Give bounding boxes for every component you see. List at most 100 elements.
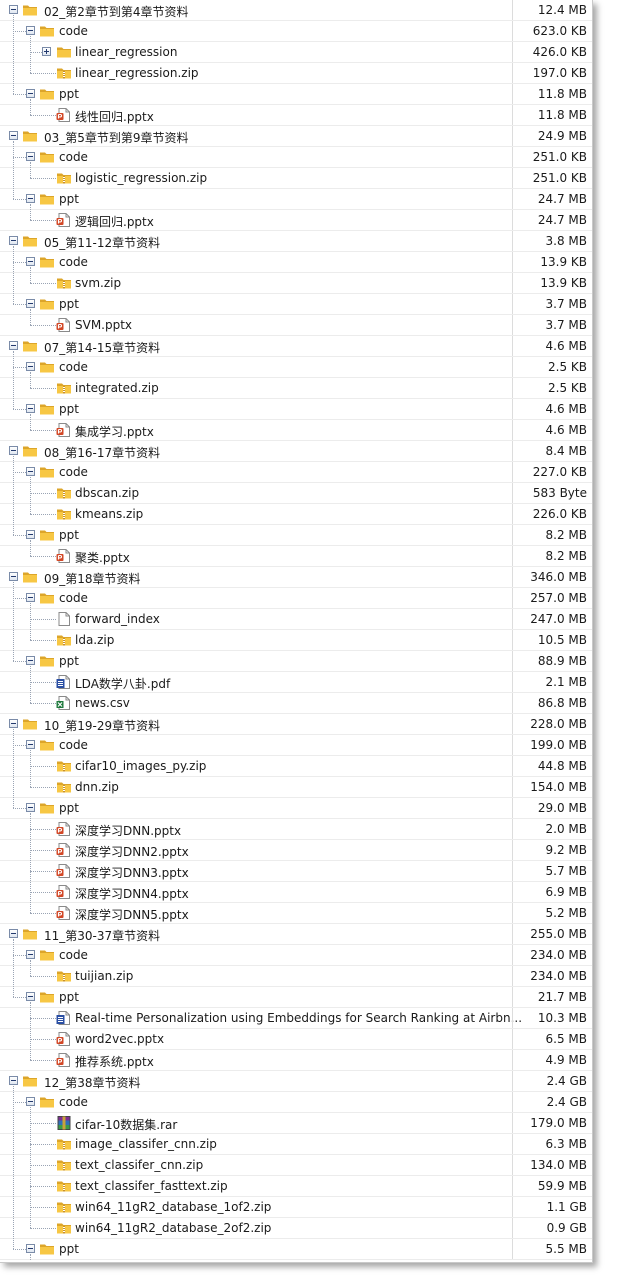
collapse-toggle-icon[interactable]	[26, 803, 35, 812]
tree-folder-row[interactable]: ppt 29.0 MB	[0, 798, 592, 819]
tree-file-row[interactable]: integrated.zip 2.5 KB	[0, 378, 592, 399]
collapse-toggle-icon[interactable]	[26, 593, 35, 602]
collapse-toggle-icon[interactable]	[9, 5, 18, 14]
expand-toggle-icon[interactable]	[42, 47, 51, 56]
tree-file-row[interactable]: 聚类.pptx 8.2 MB	[0, 546, 592, 567]
tree-file-row[interactable]: SVM.pptx 3.7 MB	[0, 315, 592, 336]
tree-file-row[interactable]: cifar-10数据集.rar 179.0 MB	[0, 1113, 592, 1134]
collapse-toggle-icon[interactable]	[9, 929, 18, 938]
collapse-toggle-icon[interactable]	[9, 1076, 18, 1085]
tree-file-row[interactable]: 推荐系统.pptx 4.9 MB	[0, 1050, 592, 1071]
tree-file-row[interactable]: news.csv 86.8 MB	[0, 693, 592, 714]
tree-folder-row[interactable]: 07_第14-15章节资料 4.6 MB	[0, 336, 592, 357]
zip-archive-icon	[56, 276, 72, 290]
tree-connector	[13, 955, 26, 956]
collapse-toggle-icon[interactable]	[26, 950, 35, 959]
tree-file-row[interactable]: forward_index 247.0 MB	[0, 609, 592, 630]
tree-item-size: 5.5 MB	[545, 1242, 587, 1256]
tree-folder-row[interactable]: linear_regression 426.0 KB	[0, 42, 592, 63]
tree-folder-row[interactable]: 11_第30-37章节资料 255.0 MB	[0, 924, 592, 945]
tree-folder-row[interactable]: ppt 21.7 MB	[0, 987, 592, 1008]
tree-file-row[interactable]: dbscan.zip 583 Byte	[0, 483, 592, 504]
tree-file-row[interactable]: 深度学习DNN.pptx 2.0 MB	[0, 819, 592, 840]
folder-icon	[22, 3, 38, 17]
tree-folder-row[interactable]: code 623.0 KB	[0, 21, 592, 42]
tree-file-row[interactable]: win64_11gR2_database_2of2.zip 0.9 GB	[0, 1218, 592, 1239]
tree-file-row[interactable]: logistic_regression.zip 251.0 KB	[0, 168, 592, 189]
tree-file-row[interactable]: 深度学习DNN2.pptx 9.2 MB	[0, 840, 592, 861]
powerpoint-file-icon	[56, 213, 72, 227]
collapse-toggle-icon[interactable]	[26, 740, 35, 749]
collapse-toggle-icon[interactable]	[26, 257, 35, 266]
tree-file-row[interactable]: cifar10_images_py.zip 44.8 MB	[0, 756, 592, 777]
tree-file-row[interactable]: linear_regression.zip 197.0 KB	[0, 63, 592, 84]
tree-folder-row[interactable]: code 234.0 MB	[0, 945, 592, 966]
tree-folder-row[interactable]: 03_第5章节到第9章节资料 24.9 MB	[0, 126, 592, 147]
collapse-toggle-icon[interactable]	[26, 362, 35, 371]
collapse-toggle-icon[interactable]	[26, 26, 35, 35]
tree-folder-row[interactable]: 10_第19-29章节资料 228.0 MB	[0, 714, 592, 735]
tree-file-row[interactable]: 深度学习DNN3.pptx 5.7 MB	[0, 861, 592, 882]
tree-item-size: 179.0 MB	[530, 1116, 587, 1130]
tree-file-row[interactable]: 深度学习DNN5.pptx 5.2 MB	[0, 903, 592, 924]
tree-folder-row[interactable]: code 257.0 MB	[0, 588, 592, 609]
tree-folder-row[interactable]: ppt 3.7 MB	[0, 294, 592, 315]
tree-folder-row[interactable]: 05_第11-12章节资料 3.8 MB	[0, 231, 592, 252]
tree-file-row[interactable]: lda.zip 10.5 MB	[0, 630, 592, 651]
collapse-toggle-icon[interactable]	[26, 194, 35, 203]
collapse-toggle-icon[interactable]	[9, 446, 18, 455]
tree-file-row[interactable]: 深度学习DNN4.pptx 6.9 MB	[0, 882, 592, 903]
tree-file-row[interactable]: text_classifer_fasttext.zip 59.9 MB	[0, 1176, 592, 1197]
tree-folder-row[interactable]: code 2.5 KB	[0, 357, 592, 378]
tree-folder-row[interactable]: code 227.0 KB	[0, 462, 592, 483]
tree-folder-row[interactable]: 12_第38章节资料 2.4 GB	[0, 1071, 592, 1092]
size-cell: 5.2 MB	[512, 903, 592, 923]
tree-folder-row[interactable]: code 199.0 MB	[0, 735, 592, 756]
collapse-toggle-icon[interactable]	[9, 719, 18, 728]
tree-folder-row[interactable]: 09_第18章节资料 346.0 MB	[0, 567, 592, 588]
tree-folder-row[interactable]: 02_第2章节到第4章节资料 12.4 MB	[0, 0, 592, 21]
tree-file-row[interactable]: win64_11gR2_database_1of2.zip 1.1 GB	[0, 1197, 592, 1218]
tree-file-row[interactable]: word2vec.pptx 6.5 MB	[0, 1029, 592, 1050]
tree-file-row[interactable]: 集成学习.pptx 4.6 MB	[0, 420, 592, 441]
collapse-toggle-icon[interactable]	[26, 404, 35, 413]
collapse-toggle-icon[interactable]	[26, 656, 35, 665]
tree-file-row[interactable]: svm.zip 13.9 KB	[0, 273, 592, 294]
tree-folder-row[interactable]: ppt 88.9 MB	[0, 651, 592, 672]
collapse-toggle-icon[interactable]	[26, 1244, 35, 1253]
tree-file-row[interactable]: LDA数学八卦.pdf 2.1 MB	[0, 672, 592, 693]
collapse-toggle-icon[interactable]	[26, 89, 35, 98]
tree-folder-row[interactable]: ppt 5.5 MB	[0, 1239, 592, 1260]
tree-folder-row[interactable]: ppt 11.8 MB	[0, 84, 592, 105]
tree-folder-row[interactable]: ppt 4.6 MB	[0, 399, 592, 420]
tree-file-row[interactable]: 逻辑回归.pptx 24.7 MB	[0, 210, 592, 231]
tree-file-row[interactable]: kmeans.zip 226.0 KB	[0, 504, 592, 525]
tree-folder-row[interactable]: 08_第16-17章节资料 8.4 MB	[0, 441, 592, 462]
tree-file-row[interactable]: text_classifer_cnn.zip 134.0 MB	[0, 1155, 592, 1176]
collapse-toggle-icon[interactable]	[26, 299, 35, 308]
zip-archive-icon	[56, 1137, 72, 1151]
tree-file-row[interactable]: Real-time Personalization using Embeddin…	[0, 1008, 592, 1029]
tree-item-name: code	[59, 591, 88, 605]
collapse-toggle-icon[interactable]	[26, 467, 35, 476]
tree-folder-row[interactable]: code 2.4 GB	[0, 1092, 592, 1113]
tree-file-row[interactable]: dnn.zip 154.0 MB	[0, 777, 592, 798]
tree-folder-row[interactable]: code 251.0 KB	[0, 147, 592, 168]
tree-file-row[interactable]: image_classifer_cnn.zip 6.3 MB	[0, 1134, 592, 1155]
collapse-toggle-icon[interactable]	[9, 131, 18, 140]
collapse-toggle-icon[interactable]	[26, 1097, 35, 1106]
collapse-toggle-icon[interactable]	[26, 992, 35, 1001]
size-cell: 255.0 MB	[512, 924, 592, 944]
tree-connector	[30, 766, 56, 767]
tree-folder-row[interactable]: ppt 8.2 MB	[0, 525, 592, 546]
tree-file-row[interactable]: tuijian.zip 234.0 MB	[0, 966, 592, 987]
collapse-toggle-icon[interactable]	[26, 530, 35, 539]
powerpoint-file-icon	[56, 318, 72, 332]
collapse-toggle-icon[interactable]	[9, 572, 18, 581]
tree-folder-row[interactable]: ppt 24.7 MB	[0, 189, 592, 210]
collapse-toggle-icon[interactable]	[26, 152, 35, 161]
tree-file-row[interactable]: 线性回归.pptx 11.8 MB	[0, 105, 592, 126]
collapse-toggle-icon[interactable]	[9, 236, 18, 245]
tree-folder-row[interactable]: code 13.9 KB	[0, 252, 592, 273]
collapse-toggle-icon[interactable]	[9, 341, 18, 350]
